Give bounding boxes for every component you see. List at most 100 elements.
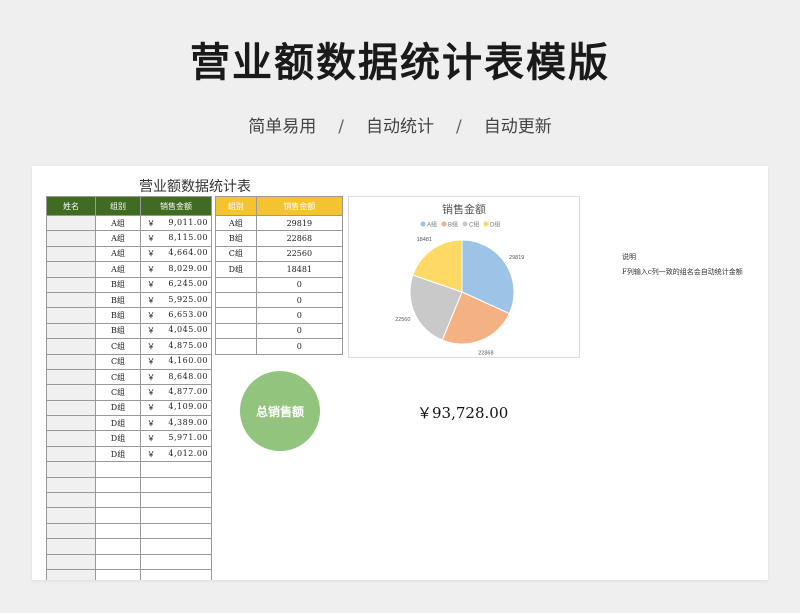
cell-group[interactable] [95, 461, 141, 478]
cell-value[interactable]: 0 [255, 322, 344, 340]
cell-group[interactable]: B组 [95, 322, 141, 340]
cell-group[interactable]: A组 [95, 261, 141, 278]
cell-group[interactable]: A组 [95, 230, 141, 247]
cell-name[interactable] [46, 214, 96, 232]
cell-group[interactable]: D组 [95, 415, 141, 432]
cell-group[interactable] [95, 507, 141, 524]
cell-group[interactable] [95, 538, 141, 555]
cell-name[interactable] [46, 492, 96, 509]
cell-name[interactable] [46, 430, 96, 447]
cell-group[interactable] [95, 568, 141, 580]
cell-amount[interactable]: ￥ 4,389.00 [140, 415, 212, 432]
cell-group[interactable]: B组 [95, 307, 141, 324]
cell-amount[interactable]: ￥ 4,045.00 [140, 322, 212, 340]
cell-name[interactable] [46, 522, 96, 540]
cell-amount[interactable]: ￥ 5,925.00 [140, 291, 212, 309]
cell-value[interactable]: 0 [255, 307, 344, 324]
cell-name[interactable] [46, 368, 96, 386]
cell-group[interactable] [95, 476, 141, 494]
cell-group[interactable]: D组 [95, 445, 141, 463]
table-row-empty [46, 522, 212, 540]
cell-name[interactable] [46, 307, 96, 324]
cell-amount[interactable]: ￥ 4,160.00 [140, 353, 212, 370]
cell-amount[interactable] [140, 476, 212, 494]
cell-amount[interactable] [140, 507, 212, 524]
table-row: C组 ￥ 4,160.00 [46, 353, 212, 370]
cell-group[interactable] [215, 307, 257, 324]
cell-name[interactable] [46, 322, 96, 340]
cell-name[interactable] [46, 261, 96, 278]
cell-group[interactable]: D组 [215, 261, 257, 278]
cell-group[interactable] [95, 492, 141, 509]
cell-value[interactable]: 22868 [255, 230, 344, 247]
total-sales-badge: 总销售额 [240, 371, 320, 451]
cell-group[interactable]: B组 [95, 291, 141, 309]
cell-group[interactable]: C组 [95, 384, 141, 401]
cell-amount[interactable] [140, 538, 212, 555]
cell-amount[interactable] [140, 461, 212, 478]
cell-group[interactable] [95, 553, 141, 570]
cell-amount[interactable]: ￥ 8,029.00 [140, 261, 212, 278]
cell-group[interactable] [215, 322, 257, 340]
cell-group[interactable] [215, 338, 257, 355]
cell-name[interactable] [46, 415, 96, 432]
cell-name[interactable] [46, 568, 96, 580]
cell-name[interactable] [46, 445, 96, 463]
cell-amount[interactable] [140, 522, 212, 540]
cell-name[interactable] [46, 291, 96, 309]
cell-group[interactable] [215, 291, 257, 309]
cell-group[interactable]: A组 [215, 214, 257, 232]
cell-name[interactable] [46, 507, 96, 524]
cell-group[interactable]: C组 [215, 245, 257, 263]
cell-name[interactable] [46, 384, 96, 401]
cell-value[interactable]: 22560 [255, 245, 344, 263]
cell-name[interactable] [46, 353, 96, 370]
cell-group[interactable] [95, 522, 141, 540]
cell-amount[interactable] [140, 568, 212, 580]
cell-group[interactable]: D组 [95, 399, 141, 417]
cell-name[interactable] [46, 538, 96, 555]
cell-amount[interactable] [140, 492, 212, 509]
cell-amount[interactable]: ￥ 4,109.00 [140, 399, 212, 417]
cell-value[interactable]: 29819 [255, 214, 344, 232]
sheet-title: 营业额数据统计表 [139, 179, 251, 195]
cell-group[interactable]: C组 [95, 338, 141, 355]
cell-group[interactable] [215, 276, 257, 293]
amount-value: 8,029.00 [168, 263, 208, 273]
amount-value: 4,389.00 [168, 417, 208, 427]
cell-name[interactable] [46, 399, 96, 417]
cell-group[interactable]: A组 [95, 245, 141, 263]
cell-name[interactable] [46, 461, 96, 478]
cell-amount[interactable]: ￥ 5,971.00 [140, 430, 212, 447]
cell-amount[interactable]: ￥ 4,877.00 [140, 384, 212, 401]
cell-amount[interactable] [140, 553, 212, 570]
cell-name[interactable] [46, 338, 96, 355]
cell-amount[interactable]: ￥ 4,875.00 [140, 338, 212, 355]
note-text: F列输入c列一致的组名会自动统计金额 [622, 268, 743, 276]
cell-name[interactable] [46, 276, 96, 293]
currency-symbol: ￥ [147, 295, 155, 305]
cell-amount[interactable]: ￥ 8,115.00 [140, 230, 212, 247]
cell-group[interactable]: B组 [95, 276, 141, 293]
cell-value[interactable]: 0 [255, 276, 344, 293]
cell-amount[interactable]: ￥ 6,245.00 [140, 276, 212, 293]
table-row: A组 ￥ 9,011.00 [46, 214, 212, 232]
cell-value[interactable]: 0 [255, 291, 344, 309]
cell-amount[interactable]: ￥ 4,012.00 [140, 445, 212, 463]
cell-name[interactable] [46, 553, 96, 570]
cell-group[interactable]: C组 [95, 353, 141, 370]
cell-group[interactable]: A组 [95, 214, 141, 232]
cell-name[interactable] [46, 476, 96, 494]
cell-amount[interactable]: ￥ 4,664.00 [140, 245, 212, 263]
cell-value[interactable]: 0 [255, 338, 344, 355]
cell-amount[interactable]: ￥ 6,653.00 [140, 307, 212, 324]
cell-group[interactable]: B组 [215, 230, 257, 247]
header-amount: 销售金额 [140, 196, 212, 216]
cell-group[interactable]: D组 [95, 430, 141, 447]
cell-amount[interactable]: ￥ 9,011.00 [140, 214, 212, 232]
cell-amount[interactable]: ￥ 8,648.00 [140, 368, 212, 386]
cell-name[interactable] [46, 245, 96, 263]
cell-name[interactable] [46, 230, 96, 247]
cell-group[interactable]: C组 [95, 368, 141, 386]
cell-value[interactable]: 18481 [255, 261, 344, 278]
